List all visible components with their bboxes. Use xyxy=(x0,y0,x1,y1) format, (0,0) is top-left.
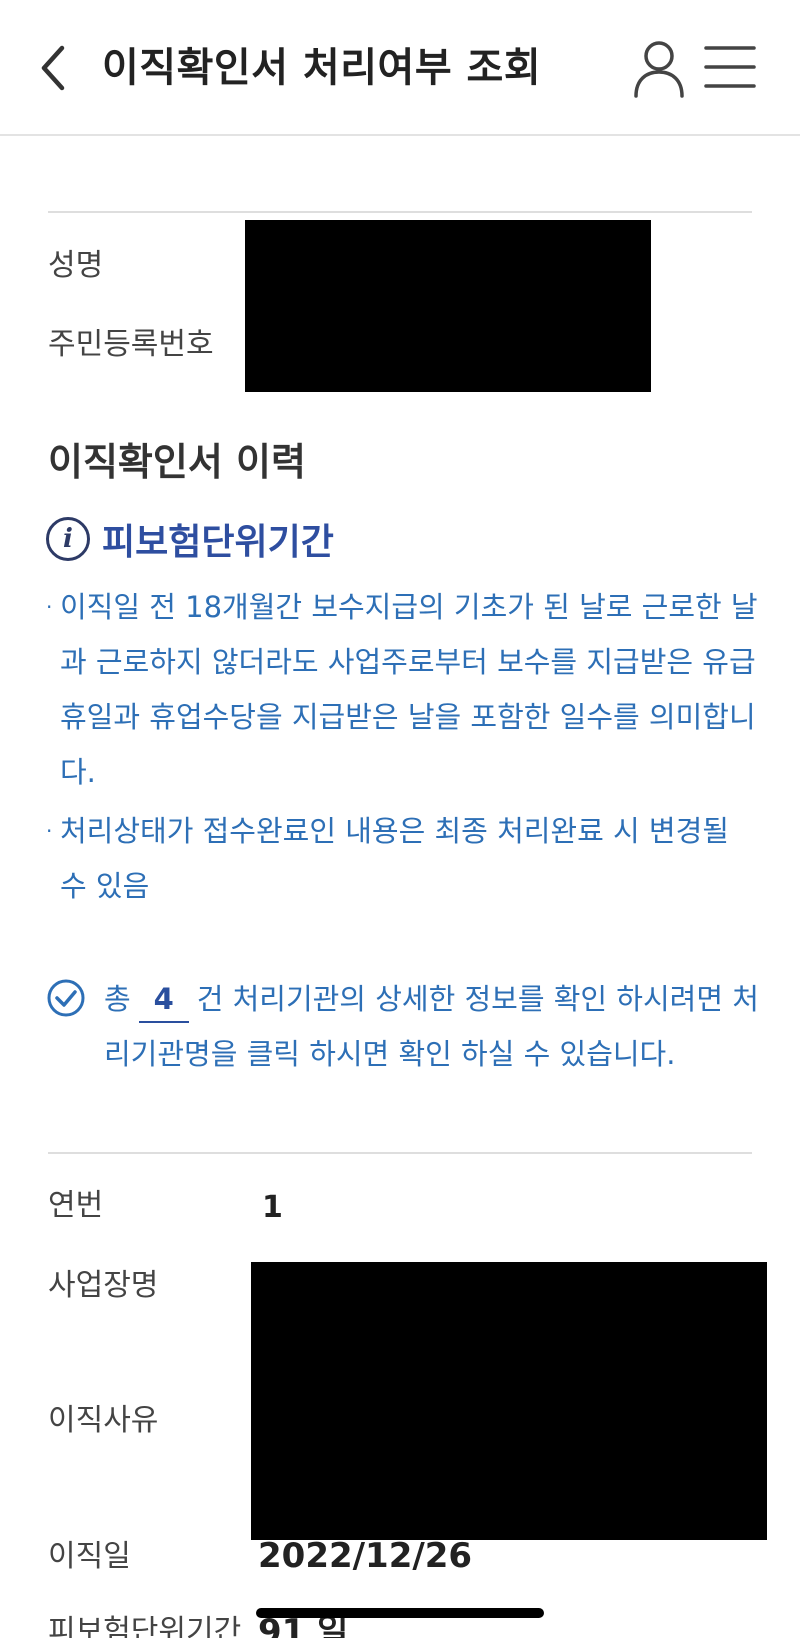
workplace-label: 사업장명 xyxy=(48,1268,159,1303)
history-title: 이직확인서 이력 xyxy=(48,440,306,484)
count-suffix: 건 처리기관의 상세한 정보를 확인 하시려면 처리기관명을 클릭 하시면 확인… xyxy=(104,982,759,1071)
name-label: 성명 xyxy=(48,248,104,283)
redacted-record-info xyxy=(251,1262,767,1540)
leave-date-label: 이직일 xyxy=(48,1539,131,1574)
info-header: i 피보험단위기간 xyxy=(46,514,334,564)
count-prefix: 총 xyxy=(104,982,131,1016)
record-divider xyxy=(48,1152,752,1154)
page-title: 이직확인서 처리여부 조회 xyxy=(102,45,542,91)
menu-button[interactable] xyxy=(704,42,756,92)
count-value: 4 xyxy=(138,977,189,1023)
app-header: 이직확인서 처리여부 조회 xyxy=(0,0,800,136)
leave-date-value: 2022/12/26 xyxy=(258,1536,473,1576)
note-text: 이직일 전 18개월간 보수지급의 기초가 된 날로 근로한 날과 근로하지 않… xyxy=(60,590,758,789)
back-button[interactable] xyxy=(28,38,78,98)
rrn-label: 주민등록번호 xyxy=(48,327,214,362)
insured-period-label: 피보험단위기간 xyxy=(48,1614,242,1638)
hamburger-menu-icon xyxy=(704,46,756,88)
user-icon xyxy=(634,41,684,98)
info-icon: i xyxy=(46,517,90,561)
home-indicator[interactable] xyxy=(256,1608,544,1618)
reason-label: 이직사유 xyxy=(48,1403,159,1438)
count-text: 총4건 처리기관의 상세한 정보를 확인 하시려면 처리기관명을 클릭 하시면 … xyxy=(104,972,784,1082)
notes-list: · 이직일 전 18개월간 보수지급의 기초가 된 날로 근로한 날과 근로하지… xyxy=(44,580,764,914)
section-divider xyxy=(48,211,752,213)
note-item: · 이직일 전 18개월간 보수지급의 기초가 된 날로 근로한 날과 근로하지… xyxy=(46,590,758,789)
info-title: 피보험단위기간 xyxy=(102,522,334,563)
note-text: 처리상태가 접수완료인 내용은 최종 처리완료 시 변경될 수 있음 xyxy=(60,814,729,903)
chevron-left-icon xyxy=(41,45,65,91)
seq-value: 1 xyxy=(262,1190,283,1225)
check-circle-icon xyxy=(47,979,85,1017)
seq-label: 연번 xyxy=(48,1188,104,1223)
redacted-personal-info xyxy=(245,220,651,392)
user-button[interactable] xyxy=(632,40,686,98)
note-item: · 처리상태가 접수완료인 내용은 최종 처리완료 시 변경될 수 있음 xyxy=(46,814,729,903)
